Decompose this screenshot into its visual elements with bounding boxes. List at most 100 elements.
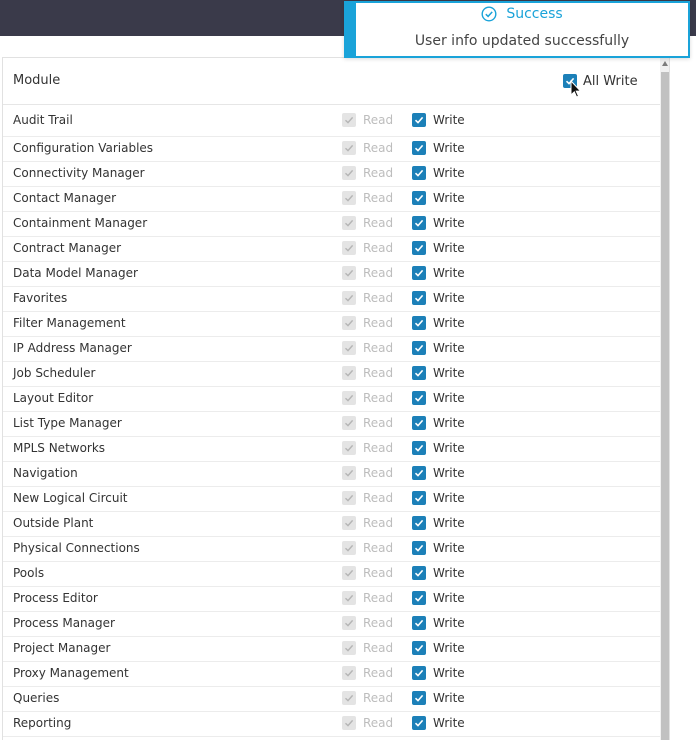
read-permission: Read <box>342 641 393 655</box>
checkmark-icon <box>345 594 354 602</box>
write-permission[interactable]: Write <box>412 566 465 580</box>
write-checkbox[interactable] <box>412 716 426 730</box>
write-checkbox[interactable] <box>412 341 426 355</box>
read-label: Read <box>363 691 394 705</box>
write-checkbox[interactable] <box>412 491 426 505</box>
read-permission: Read <box>342 341 393 355</box>
scroll-up-arrow-icon[interactable] <box>662 61 668 66</box>
write-permission[interactable]: Write <box>412 341 465 355</box>
write-permission[interactable]: Write <box>412 113 465 127</box>
read-label: Read <box>363 366 394 380</box>
write-permission[interactable]: Write <box>412 466 465 480</box>
write-label: Write <box>433 113 465 127</box>
read-checkbox <box>342 366 356 380</box>
checkmark-icon <box>414 269 424 277</box>
read-checkbox <box>342 291 356 305</box>
read-checkbox <box>342 391 356 405</box>
checkmark-icon <box>414 569 424 577</box>
module-name: List Type Manager <box>13 416 122 430</box>
table-row: Layout Editor Read Write <box>3 387 660 412</box>
write-checkbox[interactable] <box>412 416 426 430</box>
table-row: Process Manager Read Write <box>3 612 660 637</box>
write-label: Write <box>433 591 465 605</box>
write-permission[interactable]: Write <box>412 716 465 730</box>
table-row: Physical Connections Read Write <box>3 537 660 562</box>
write-checkbox[interactable] <box>412 616 426 630</box>
write-permission[interactable]: Write <box>412 666 465 680</box>
write-permission[interactable]: Write <box>412 191 465 205</box>
write-permission[interactable]: Write <box>412 491 465 505</box>
read-checkbox <box>342 113 356 127</box>
read-checkbox <box>342 666 356 680</box>
write-permission[interactable]: Write <box>412 316 465 330</box>
module-name: Data Model Manager <box>13 266 138 280</box>
write-permission[interactable]: Write <box>412 291 465 305</box>
write-checkbox[interactable] <box>412 666 426 680</box>
module-name: Queries <box>13 691 60 705</box>
write-checkbox[interactable] <box>412 691 426 705</box>
read-permission: Read <box>342 616 393 630</box>
write-label: Write <box>433 641 465 655</box>
checkmark-icon <box>414 169 424 177</box>
write-label: Write <box>433 416 465 430</box>
table-row: Favorites Read Write <box>3 287 660 312</box>
write-checkbox[interactable] <box>412 516 426 530</box>
read-permission: Read <box>342 166 393 180</box>
write-checkbox[interactable] <box>412 291 426 305</box>
read-label: Read <box>363 391 394 405</box>
write-checkbox[interactable] <box>412 241 426 255</box>
write-checkbox[interactable] <box>412 266 426 280</box>
read-permission: Read <box>342 141 393 155</box>
read-label: Read <box>363 416 394 430</box>
write-permission[interactable]: Write <box>412 516 465 530</box>
write-permission[interactable]: Write <box>412 691 465 705</box>
write-permission[interactable]: Write <box>412 441 465 455</box>
module-name: Pools <box>13 566 45 580</box>
read-checkbox <box>342 341 356 355</box>
module-name: Physical Connections <box>13 541 140 555</box>
write-checkbox[interactable] <box>412 141 426 155</box>
write-permission[interactable]: Write <box>412 241 465 255</box>
module-name: Configuration Variables <box>13 141 154 155</box>
checkmark-icon <box>414 594 424 602</box>
write-permission[interactable]: Write <box>412 616 465 630</box>
checkmark-icon <box>345 569 354 577</box>
write-permission[interactable]: Write <box>412 391 465 405</box>
write-checkbox[interactable] <box>412 113 426 127</box>
checkmark-icon <box>345 369 354 377</box>
vertical-scrollbar[interactable] <box>660 58 669 740</box>
write-checkbox[interactable] <box>412 641 426 655</box>
write-checkbox[interactable] <box>412 391 426 405</box>
write-permission[interactable]: Write <box>412 141 465 155</box>
write-permission[interactable]: Write <box>412 416 465 430</box>
table-row: Contract Manager Read Write <box>3 237 660 262</box>
read-permission: Read <box>342 241 393 255</box>
checkmark-icon <box>414 394 424 402</box>
write-label: Write <box>433 241 465 255</box>
write-checkbox[interactable] <box>412 466 426 480</box>
write-checkbox[interactable] <box>412 541 426 555</box>
write-checkbox[interactable] <box>412 441 426 455</box>
write-permission[interactable]: Write <box>412 591 465 605</box>
checkmark-icon <box>345 244 354 252</box>
write-permission[interactable]: Write <box>412 366 465 380</box>
write-checkbox[interactable] <box>412 191 426 205</box>
scrollbar-thumb[interactable] <box>661 72 669 740</box>
checkmark-icon <box>345 494 354 502</box>
write-checkbox[interactable] <box>412 316 426 330</box>
write-checkbox[interactable] <box>412 216 426 230</box>
write-checkbox[interactable] <box>412 166 426 180</box>
read-checkbox <box>342 466 356 480</box>
write-checkbox[interactable] <box>412 591 426 605</box>
read-checkbox <box>342 191 356 205</box>
write-permission[interactable]: Write <box>412 266 465 280</box>
write-permission[interactable]: Write <box>412 641 465 655</box>
read-permission: Read <box>342 591 393 605</box>
write-checkbox[interactable] <box>412 366 426 380</box>
write-permission[interactable]: Write <box>412 216 465 230</box>
checkmark-icon <box>345 694 354 702</box>
write-checkbox[interactable] <box>412 566 426 580</box>
read-label: Read <box>363 716 394 730</box>
write-permission[interactable]: Write <box>412 541 465 555</box>
write-permission[interactable]: Write <box>412 166 465 180</box>
